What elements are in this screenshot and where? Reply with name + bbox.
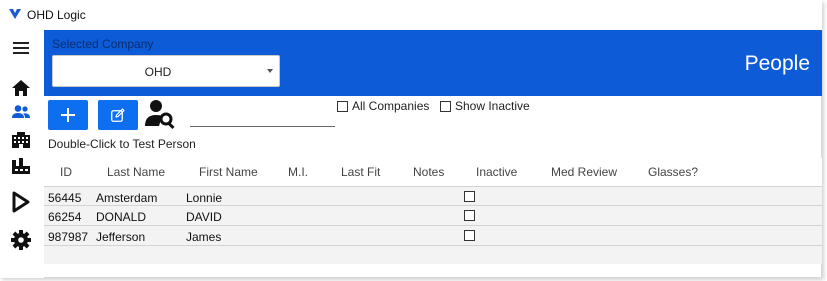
all-companies-checkbox-box[interactable] <box>337 100 348 112</box>
cell-id: 56445 <box>48 191 82 205</box>
sidebar-item-home[interactable] <box>8 76 34 100</box>
people-table: ID Last Name First Name M.I. Last Fit No… <box>44 158 822 264</box>
play-icon <box>12 191 30 213</box>
factory-icon <box>12 158 30 174</box>
person-search-icon <box>145 100 175 130</box>
inactive-checkbox[interactable] <box>464 210 475 221</box>
column-header-notes[interactable]: Notes <box>413 165 444 179</box>
sidebar-item-companies[interactable] <box>8 128 34 152</box>
show-inactive-checkbox[interactable]: Show Inactive <box>440 99 530 113</box>
show-inactive-label: Show Inactive <box>455 99 530 113</box>
column-header-mi[interactable]: M.I. <box>288 165 308 179</box>
cell-last-name: DONALD <box>96 210 147 224</box>
table-header: ID Last Name First Name M.I. Last Fit No… <box>44 158 822 186</box>
column-header-med-review[interactable]: Med Review <box>551 165 617 179</box>
cell-last-name: Jefferson <box>96 230 146 244</box>
app-title: OHD Logic <box>27 8 86 22</box>
inactive-checkbox[interactable] <box>464 230 475 241</box>
sidebar-item-people[interactable] <box>8 100 34 124</box>
plus-icon <box>61 108 75 122</box>
search-input[interactable] <box>190 100 335 127</box>
add-person-button[interactable] <box>48 100 88 130</box>
cell-last-name: Amsterdam <box>96 191 158 205</box>
table-row[interactable]: 66254 DONALD DAVID <box>44 206 822 226</box>
all-companies-checkbox[interactable]: All Companies <box>337 99 429 113</box>
column-header-last-fit[interactable]: Last Fit <box>341 165 380 179</box>
page-title: People <box>744 52 810 75</box>
chevron-down-icon <box>267 69 273 73</box>
table-row[interactable]: 987987 Jefferson James <box>44 226 822 246</box>
hamburger-menu-icon <box>13 42 29 54</box>
column-header-first-name[interactable]: First Name <box>199 165 258 179</box>
column-header-glasses[interactable]: Glasses? <box>648 165 698 179</box>
gear-icon <box>11 230 31 250</box>
cell-id: 66254 <box>48 210 82 224</box>
company-select-value: OHD <box>144 65 172 79</box>
edit-icon <box>111 108 125 122</box>
cell-first-name: DAVID <box>186 210 222 224</box>
cell-first-name: Lonnie <box>186 191 223 205</box>
double-click-hint: Double-Click to Test Person <box>48 137 196 151</box>
column-header-last-name[interactable]: Last Name <box>107 165 165 179</box>
company-select[interactable]: OHD <box>52 55 280 87</box>
sidebar <box>0 30 44 278</box>
title-bar: OHD Logic <box>0 0 822 30</box>
show-inactive-checkbox-box[interactable] <box>440 100 451 112</box>
app-window: OHD Logic Selected Company OHD People Al… <box>0 0 822 278</box>
sidebar-item-settings[interactable] <box>8 228 34 252</box>
all-companies-label: All Companies <box>352 99 430 113</box>
cell-id: 987987 <box>48 230 89 244</box>
sidebar-item-sites[interactable] <box>8 154 34 178</box>
selected-company-label: Selected Company <box>52 37 154 51</box>
cell-first-name: James <box>186 230 222 244</box>
sidebar-item-menu[interactable] <box>8 36 34 60</box>
table-body: 56445 Amsterdam Lonnie 66254 DONALD DAVI… <box>44 186 822 264</box>
table-empty-area <box>44 246 822 264</box>
edit-person-button[interactable] <box>98 100 138 130</box>
people-icon <box>12 105 30 118</box>
column-header-id[interactable]: ID <box>60 165 72 179</box>
table-row[interactable]: 56445 Amsterdam Lonnie <box>44 186 822 206</box>
building-icon <box>12 132 30 148</box>
header-band: Selected Company OHD People <box>44 30 822 96</box>
sidebar-item-run-test[interactable] <box>8 190 34 214</box>
column-header-inactive[interactable]: Inactive <box>476 165 517 179</box>
app-logo-icon <box>9 9 21 19</box>
home-icon <box>12 80 30 96</box>
inactive-checkbox[interactable] <box>464 191 475 202</box>
